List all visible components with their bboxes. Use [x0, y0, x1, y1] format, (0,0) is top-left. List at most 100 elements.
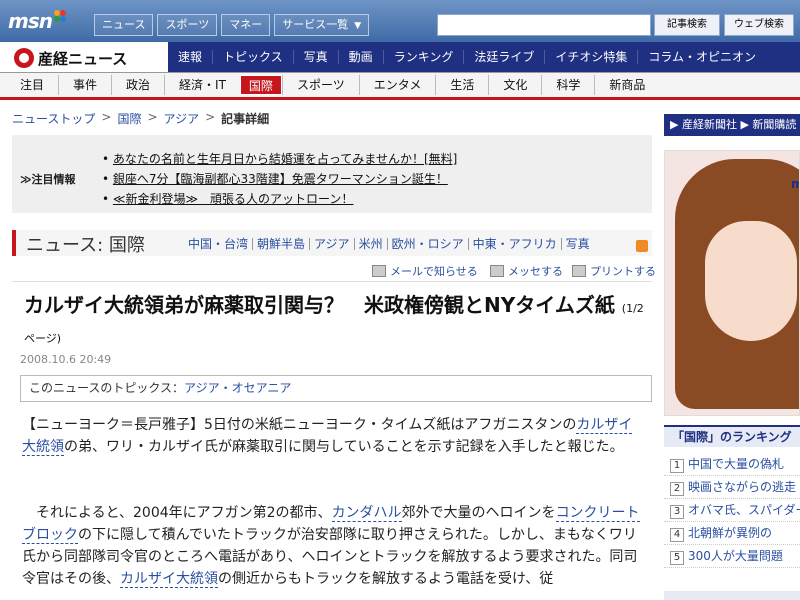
- headline-text: カルザイ大統領弟が麻薬取引関与？ 米政権傍観とNYタイムズ紙: [24, 293, 615, 317]
- printer-icon: [572, 265, 586, 277]
- msn-nav: ニュース スポーツ マネー サービス一覧 ▼: [94, 14, 370, 36]
- right-header[interactable]: ▶ 産経新聞社 ▶ 新聞購読: [664, 114, 800, 136]
- topnav-topics[interactable]: トピックス: [212, 50, 293, 64]
- topnav-ranking[interactable]: ランキング: [382, 50, 464, 64]
- msn-tab-sports[interactable]: スポーツ: [157, 14, 218, 36]
- rss-icon[interactable]: [636, 240, 648, 252]
- notice-item[interactable]: あなたの名前と生年月日から結婚運を占ってみませんか！[無料]: [102, 149, 457, 169]
- topnav-court-live[interactable]: 法廷ライブ: [463, 50, 544, 64]
- sankei-logo[interactable]: 産経ニュース: [14, 48, 127, 68]
- topnav-sokuhou[interactable]: 速報: [168, 50, 212, 64]
- msn-tab-label: マネー: [229, 18, 263, 31]
- breadcrumb-link[interactable]: アジア: [164, 110, 200, 127]
- category-item-active[interactable]: 国際: [239, 75, 282, 95]
- category-item[interactable]: 科学: [541, 75, 594, 95]
- section-link[interactable]: 朝鮮半島: [252, 238, 309, 250]
- section-link[interactable]: 欧州・ロシア: [386, 238, 468, 250]
- ranking-item[interactable]: 4 北朝鮮が異例の: [664, 522, 800, 545]
- chevron-down-icon: ▼: [354, 21, 362, 31]
- category-item[interactable]: 政治: [111, 75, 164, 95]
- mail-icon: [372, 265, 386, 277]
- print-tool[interactable]: プリントする: [572, 264, 656, 278]
- rank-text[interactable]: 北朝鮮が異例の: [688, 526, 772, 540]
- rank-text[interactable]: オバマ氏、スパイダー: [688, 503, 800, 517]
- ranking-item[interactable]: 1 中国で大量の偽札: [664, 453, 800, 476]
- sankei-logo-text: 産経ニュース: [38, 49, 128, 68]
- notice-box: ≫注目情報 あなたの名前と生年月日から結婚運を占ってみませんか！[無料] 銀座へ…: [12, 135, 652, 213]
- text-run: それによると、2004年にアフガン第2の都市、: [36, 505, 332, 521]
- rank-number: 3: [670, 505, 684, 519]
- category-item[interactable]: 事件: [58, 75, 111, 95]
- msn-tab-news[interactable]: ニュース: [94, 14, 154, 36]
- breadcrumb-sep: >: [147, 110, 158, 124]
- article-search-button[interactable]: 記事検索: [654, 14, 720, 36]
- topnav-video[interactable]: 動画: [337, 50, 383, 64]
- breadcrumb-link[interactable]: 国際: [117, 110, 141, 127]
- msn-logo-text: msn: [8, 9, 53, 33]
- section-link[interactable]: 中東・アフリカ: [467, 238, 561, 250]
- mail-tool[interactable]: メールで知らせる: [372, 264, 478, 278]
- ranking-list: 1 中国で大量の偽札 2 映画さながらの逃走 3 オバマ氏、スパイダー 4 北朝鮮が異例…: [664, 453, 800, 568]
- section-link[interactable]: 中国・台湾: [184, 238, 252, 250]
- category-item[interactable]: 生活: [435, 75, 488, 95]
- category-item[interactable]: スポーツ: [281, 75, 359, 95]
- category-item[interactable]: 文化: [488, 75, 541, 95]
- rank-number: 5: [670, 551, 684, 565]
- breadcrumb-link[interactable]: ニューストップ: [12, 110, 95, 127]
- breadcrumb-sep: >: [205, 110, 216, 124]
- topnav-photos[interactable]: 写真: [292, 50, 338, 64]
- msn-logo[interactable]: msn: [8, 9, 67, 33]
- notice-label: ≫注目情報: [20, 173, 76, 186]
- mail-tool-label: メールで知らせる: [390, 265, 478, 278]
- breadcrumb-current: 記事詳細: [221, 112, 270, 126]
- notice-item-text[interactable]: あなたの名前と生年月日から結婚運を占ってみませんか！[無料]: [113, 152, 457, 166]
- messenger-tool-label: メッセする: [508, 265, 563, 278]
- messenger-tool[interactable]: メッセする: [490, 264, 563, 278]
- category-item[interactable]: 経済・IT: [164, 75, 240, 95]
- rank-text[interactable]: 映画さながらの逃走: [688, 480, 796, 494]
- rank-text[interactable]: 300人が大量問題: [688, 549, 783, 563]
- sankei-top-nav: 速報 トピックス 写真 動画 ランキング 法廷ライブ イチオシ特集 コラム・オピ…: [168, 42, 800, 72]
- topnav-featured[interactable]: イチオシ特集: [544, 50, 637, 64]
- section-link[interactable]: 写真: [560, 238, 594, 250]
- category-item[interactable]: 新商品: [594, 75, 659, 95]
- topic-prefix: このニュースのトピックス：: [29, 381, 185, 395]
- section-link[interactable]: アジア: [309, 238, 354, 250]
- ranking-item[interactable]: 5 300人が大量問題: [664, 545, 800, 568]
- article-headline: カルザイ大統領弟が麻薬取引関与？ 米政権傍観とNYタイムズ紙 (1/2ページ): [24, 292, 648, 352]
- ad-face: [705, 221, 797, 341]
- category-item[interactable]: エンタメ: [358, 75, 436, 95]
- topic-link[interactable]: アジア・オセアニア: [184, 381, 291, 395]
- search-input[interactable]: [437, 14, 651, 36]
- section-link[interactable]: 米州: [353, 238, 387, 250]
- advertisement[interactable]: ma: [664, 150, 800, 416]
- msn-tab-services[interactable]: サービス一覧 ▼: [274, 14, 370, 36]
- text-run: の弟、ワリ・カルザイ氏が麻薬取引に関与していることを示す記録を入手したと報じた。: [64, 439, 624, 455]
- notice-item[interactable]: 銀座へ7分【臨海副都心33階建】免震タワーマンション誕生！: [102, 169, 457, 189]
- ranking-item[interactable]: 2 映画さながらの逃走: [664, 476, 800, 499]
- divider: [12, 281, 652, 282]
- ranking-item[interactable]: 3 オバマ氏、スパイダー: [664, 499, 800, 522]
- rank-number: 4: [670, 528, 684, 542]
- butterfly-icon: [53, 10, 66, 22]
- print-tool-label: プリントする: [590, 265, 656, 278]
- keyword-link[interactable]: カルザイ大統領: [120, 571, 218, 588]
- section-title-text: ニュース: 国際: [26, 235, 145, 256]
- notice-item-text[interactable]: 銀座へ7分【臨海副都心33階建】免震タワーマンション誕生！: [113, 172, 448, 186]
- notice-item[interactable]: ≪新金利登場≫ 頑張る人のアットローン！: [102, 189, 457, 209]
- notice-item-text[interactable]: ≪新金利登場≫ 頑張る人のアットローン！: [113, 192, 354, 206]
- topic-box: このニュースのトピックス：アジア・オセアニア: [20, 375, 652, 402]
- article-paragraph: 【ニューヨーク＝長戸雅子】5日付の米紙ニューヨーク・タイムズ紙はアフガニスタンの…: [22, 414, 642, 458]
- sankei-logo-icon: [14, 48, 34, 68]
- article-paragraph: それによると、2004年にアフガン第2の都市、カンダハル郊外で大量のヘロインをコ…: [22, 502, 642, 590]
- topnav-column[interactable]: コラム・オピニオン: [637, 50, 766, 64]
- keyword-link[interactable]: カンダハル: [331, 505, 402, 522]
- rank-number: 2: [670, 482, 684, 496]
- rank-text[interactable]: 中国で大量の偽札: [688, 457, 784, 471]
- msn-tab-label: サービス一覧: [282, 18, 349, 31]
- breadcrumb: ニューストップ > 国際 > アジア > 記事詳細: [12, 110, 269, 127]
- msn-tab-money[interactable]: マネー: [221, 14, 271, 36]
- category-item[interactable]: 注目: [0, 75, 58, 95]
- web-search-button[interactable]: ウェブ検索: [724, 14, 794, 36]
- breadcrumb-sep: >: [101, 110, 112, 124]
